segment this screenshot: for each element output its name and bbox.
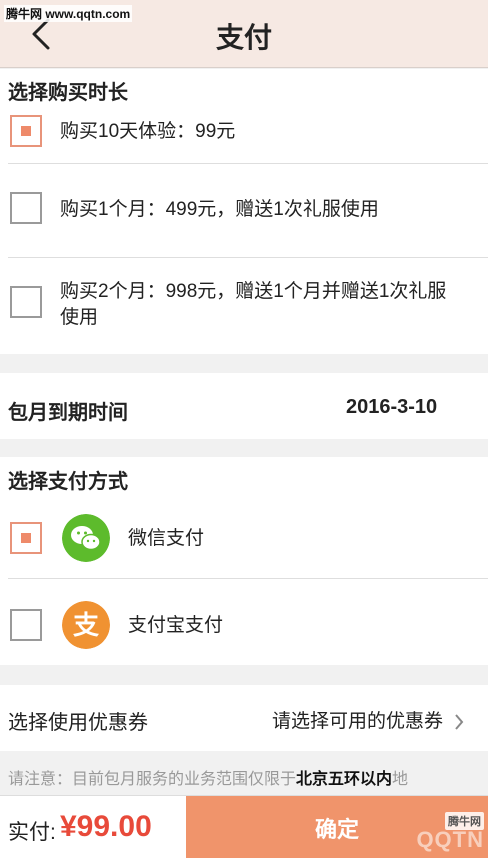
duration-1month-checkbox[interactable]: [10, 192, 42, 224]
expiry-date: 2016-3-10: [346, 396, 438, 418]
wechat-checkbox[interactable]: [10, 522, 42, 554]
divider: [8, 163, 488, 164]
divider: [8, 257, 488, 258]
coupon-selector[interactable]: 请选择可用的优惠券: [272, 706, 464, 733]
alipay-checkbox[interactable]: [10, 609, 42, 641]
service-area-notice: 请注意：目前包月服务的业务范围仅限于北京五环以内地: [8, 771, 409, 788]
amount-value: ¥99.00: [60, 810, 152, 843]
duration-1month-label: 购买1个月：499元，赠送1次礼服使用: [60, 199, 379, 220]
duration-10days-checkbox[interactable]: [10, 115, 42, 147]
wechat-icon: [62, 514, 110, 562]
duration-2months-label-line1: 购买2个月：998元，赠送1个月并赠送1次礼服: [60, 281, 447, 302]
bottom-bar: 实付: ¥99.00 确定 腾牛网 QQTN: [0, 795, 488, 858]
wechat-label: 微信支付: [128, 528, 205, 549]
alipay-icon: 支: [62, 601, 110, 649]
duration-2months-checkbox[interactable]: [10, 286, 42, 318]
duration-section-title: 选择购买时长: [8, 82, 128, 104]
notice-highlight: 北京五环以内: [296, 771, 393, 788]
site-watermark: 腾牛网 www.qqtn.com: [4, 5, 133, 22]
chevron-right-icon: [455, 714, 464, 730]
expiry-label: 包月到期时间: [8, 402, 128, 424]
coupon-label: 选择使用优惠券: [8, 712, 148, 734]
duration-2months-label-line2: 使用: [60, 307, 99, 328]
duration-10days-label: 购买10天体验：99元: [60, 121, 236, 142]
confirm-button[interactable]: 确定 腾牛网 QQTN: [186, 796, 488, 858]
payment-section-title: 选择支付方式: [8, 471, 128, 493]
alipay-label: 支付宝支付: [128, 615, 224, 636]
svg-text:支: 支: [73, 611, 99, 641]
coupon-value: 请选择可用的优惠券: [272, 711, 444, 732]
page-title: 支付: [215, 22, 272, 53]
amount-label: 实付:: [8, 821, 56, 844]
watermark-brand: QQTN: [416, 827, 484, 852]
divider: [8, 578, 488, 579]
